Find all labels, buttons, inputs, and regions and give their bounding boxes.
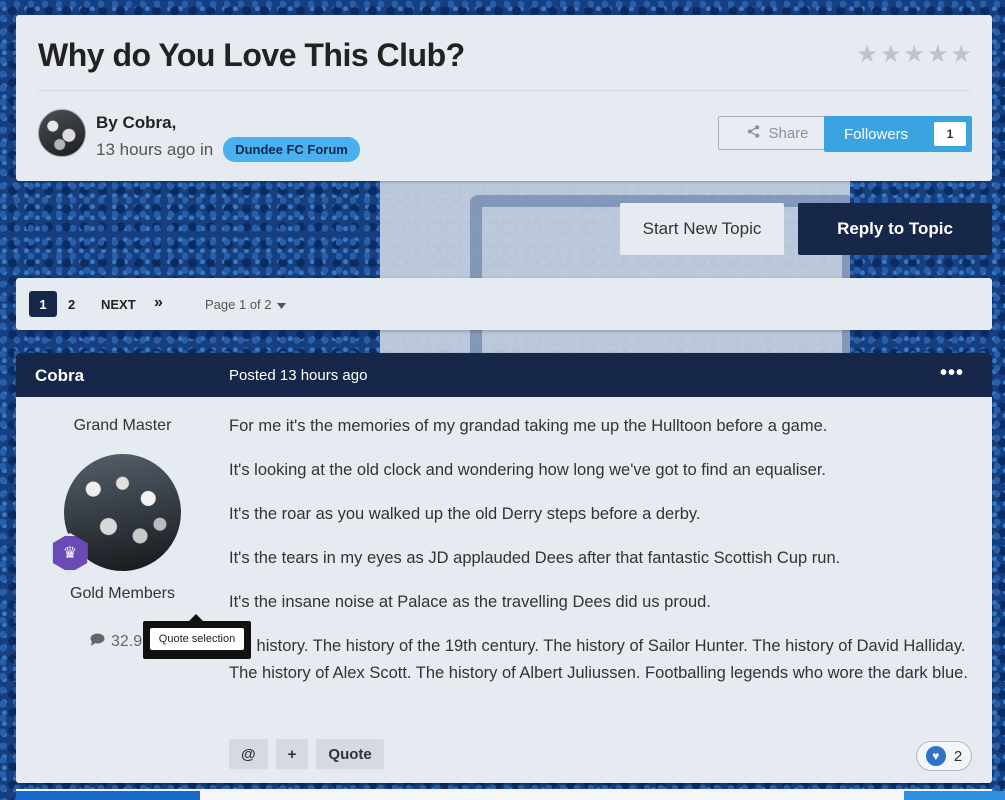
share-button[interactable]: Share (718, 116, 838, 150)
post-paragraph: It's the insane noise at Palace as the t… (229, 593, 711, 611)
member-rank: Grand Master (73, 417, 172, 434)
page-jump-dropdown[interactable]: Page 1 of 2 (205, 297, 286, 312)
post-paragraph: It's the roar as you walked up the old D… (229, 505, 701, 523)
posted-time: 13 hours ago in (96, 139, 214, 159)
page-title: Why do You Love This Club? (38, 37, 465, 73)
pagination: 1 2 NEXT » Page 1 of 2 (16, 278, 992, 330)
reaction-count: 2 (953, 747, 963, 765)
multiquote-button[interactable]: + (275, 739, 309, 769)
page-of-label: Page 1 of 2 (205, 297, 272, 312)
quote-selection-tooltip: Quote selection (143, 614, 251, 659)
divider (38, 90, 970, 91)
author-avatar[interactable] (38, 109, 86, 157)
quote-selection-button[interactable]: Quote selection (150, 628, 244, 650)
post-date[interactable]: Posted 13 hours ago (229, 367, 367, 384)
mention-button[interactable]: @ (229, 739, 268, 769)
followers-button[interactable]: Followers 1 (824, 116, 972, 152)
forum-badge[interactable]: Dundee FC Forum (223, 137, 360, 162)
start-new-topic-button[interactable]: Start New Topic (620, 203, 784, 255)
author-name[interactable]: By Cobra, (96, 113, 176, 133)
post-author-name[interactable]: Cobra (35, 366, 84, 386)
next-page-link[interactable]: NEXT (101, 297, 136, 312)
member-group: Gold Members (70, 585, 175, 602)
topic-meta: 13 hours ago in Dundee FC Forum (96, 137, 360, 162)
post-paragraph: It's looking at the old clock and wonder… (229, 461, 827, 479)
post: Cobra Posted 13 hours ago ••• Grand Mast… (16, 353, 992, 783)
page-1-button[interactable]: 1 (29, 291, 57, 317)
post-paragraph: the history. The history of the 19th cen… (229, 637, 968, 682)
post-content: For me it's the memories of my grandad t… (229, 413, 974, 704)
next-post-accent-right (904, 791, 1005, 800)
post-paragraph: For me it's the memories of my grandad t… (229, 417, 828, 435)
heart-icon: ♥ (925, 746, 946, 766)
star-icon[interactable]: ★ (950, 40, 972, 69)
last-page-link[interactable]: » (154, 294, 163, 312)
star-icon[interactable]: ★ (927, 40, 949, 69)
caret-down-icon (276, 297, 286, 312)
rating-stars[interactable]: ★ ★ ★ ★ ★ (856, 40, 972, 69)
post-count: 32.9 (90, 633, 142, 651)
share-label: Share (768, 124, 809, 142)
page-2-link[interactable]: 2 (68, 297, 75, 312)
comment-icon (90, 633, 105, 651)
post-paragraph: It's the tears in my eyes as JD applaude… (229, 549, 841, 567)
post-actions: @ + Quote (229, 739, 384, 769)
quote-button[interactable]: Quote (316, 739, 384, 769)
post-header: Cobra Posted 13 hours ago ••• (16, 353, 992, 397)
star-icon[interactable]: ★ (903, 40, 925, 69)
followers-label: Followers (844, 125, 909, 143)
share-icon (747, 124, 760, 142)
post-options-menu[interactable]: ••• (940, 362, 964, 385)
reaction-button[interactable]: ♥ 2 (916, 741, 972, 771)
post-count-value: 32.9 (111, 633, 143, 650)
reply-to-topic-button[interactable]: Reply to Topic (798, 203, 992, 255)
star-icon[interactable]: ★ (856, 40, 878, 69)
followers-count[interactable]: 1 (934, 122, 966, 146)
topic-header: Why do You Love This Club? ★ ★ ★ ★ ★ By … (16, 15, 992, 181)
star-icon[interactable]: ★ (880, 40, 902, 69)
next-post-accent-left (16, 791, 200, 800)
